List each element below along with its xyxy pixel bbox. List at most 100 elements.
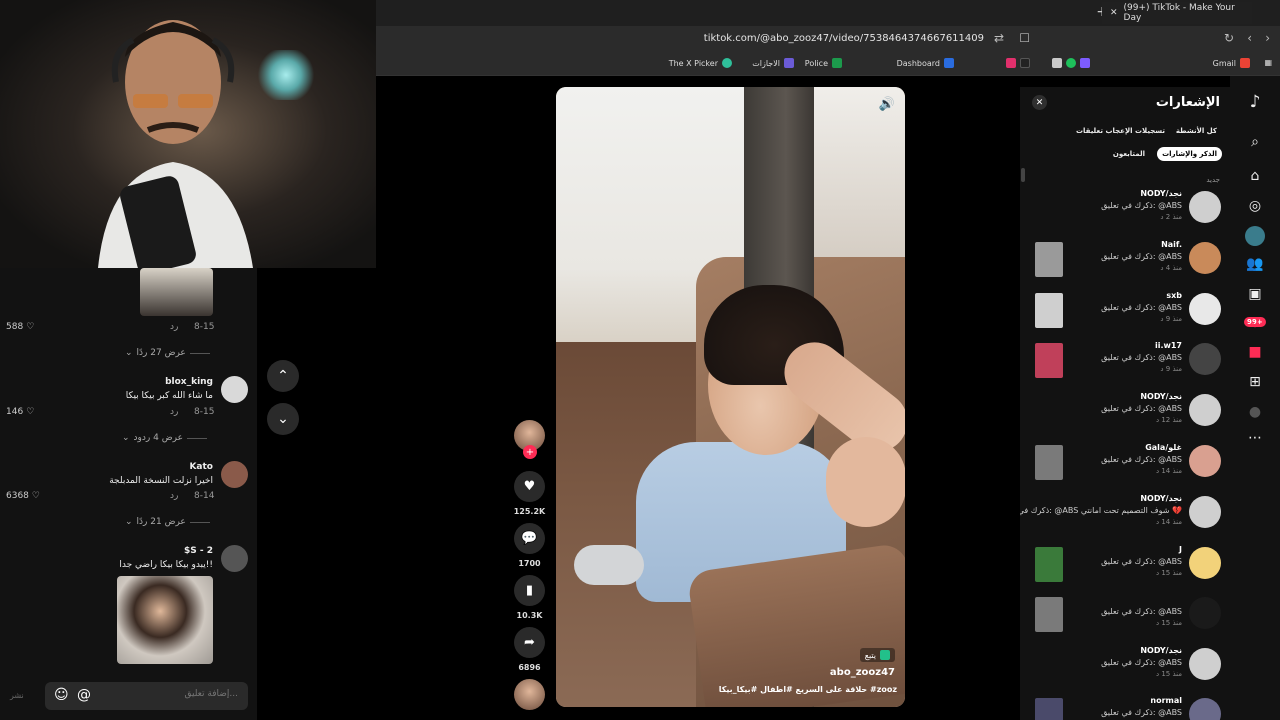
notification-item[interactable]: NODY/نجد ذكرك في تعليق: @ABS منذ 15 د [1020,644,1230,692]
back-icon[interactable]: ‹ [1247,31,1252,45]
notification-username[interactable]: normal [1150,696,1182,705]
notification-username[interactable]: Gala/غلو [1145,443,1182,452]
avatar[interactable] [1189,343,1221,375]
post-button[interactable]: نشر [10,691,24,700]
avatar[interactable] [1189,191,1221,223]
avatar[interactable] [221,461,248,488]
bookmark-x-picker[interactable]: The X Picker [669,58,732,68]
filter-mentions[interactable]: الذكر والإشارات [1157,147,1222,161]
bookmark-vacations[interactable]: الاجازات [752,58,794,68]
reply-button[interactable]: رد [170,407,178,417]
share-button[interactable]: ➦ [514,627,545,658]
avatar[interactable] [221,545,248,572]
like-count[interactable]: 6368 ♡ [6,491,40,501]
scrollbar[interactable] [1021,168,1025,182]
avatar[interactable] [221,376,248,403]
notification-item[interactable]: NODY/نجد ذكرك في تعليق: @ABS منذ 2 د [1020,187,1230,235]
upload-icon[interactable]: ⊞ [1245,372,1265,392]
like-count[interactable]: 146 ♡ [6,407,34,417]
filter-likes[interactable]: تسجيلات الإعجاب [1100,124,1170,138]
site-settings-icon[interactable]: ⇄ [994,31,1004,45]
home-icon[interactable]: ⌂ [1245,166,1265,186]
comment-username[interactable]: Kato [189,462,213,472]
video-thumbnail[interactable] [1035,293,1063,328]
comment-input[interactable] [118,689,238,699]
messages-icon[interactable]: ■ [1245,342,1265,362]
avatar[interactable] [1189,547,1221,579]
avatar[interactable] [1189,496,1221,528]
live-icon[interactable]: ▣ [1245,284,1265,304]
profile-avatar-icon[interactable] [1245,226,1265,246]
follow-plus-icon[interactable]: + [523,445,537,459]
video-thumbnail[interactable] [1035,242,1063,277]
notification-username[interactable]: NODY/نجد [1140,392,1182,401]
filter-all[interactable]: كل الأنشطة [1171,124,1222,138]
bookmark-icon[interactable]: ☐ [1019,31,1030,45]
view-replies-button[interactable]: ⌄ عرض 21 ردًا [125,517,210,527]
video-thumbnail[interactable] [1035,597,1063,632]
previous-video-button[interactable]: ⌃ [267,360,299,392]
emoji-icon[interactable]: ☺ [54,687,69,703]
comment-image[interactable] [117,576,213,664]
x-icon[interactable] [1052,58,1062,68]
inbox-icon[interactable]: ▽ [1245,312,1265,332]
follow-badge[interactable]: يتبع [859,648,895,662]
avatar[interactable] [1189,445,1221,477]
user-avatar-icon[interactable]: ● [1245,402,1265,422]
notification-item[interactable]: Gala/غلو ذكرك في تعليق: @ABS منذ 14 د [1020,441,1230,489]
avatar[interactable] [1189,698,1221,720]
more-icon[interactable]: ⋯ [1245,428,1265,448]
comment-image[interactable] [140,268,213,316]
bookmark-police[interactable]: Police [805,58,842,68]
save-button[interactable]: ▮ [514,575,545,606]
filter-followers[interactable]: المتابعون [1108,147,1150,161]
like-count[interactable]: 588 ♡ [6,322,34,332]
video-author[interactable]: abo_zooz47 [830,667,895,678]
bookmark-gmail[interactable]: Gmail [1213,58,1250,68]
reply-button[interactable]: رد [170,491,178,501]
following-icon[interactable]: 👥 [1245,254,1265,274]
volume-icon[interactable]: 🔊 [879,97,895,112]
tiktok-logo-icon[interactable]: ♪ [1245,92,1265,112]
notification-item[interactable]: NODY/نجد ذكرك في تعليق: @ABS منذ 12 د [1020,390,1230,438]
notification-item[interactable]: NODY/نجد ذكرك في تعليق: @ABS شوف التصميم … [1020,492,1230,540]
notification-item[interactable]: ii.w17 ذكرك في تعليق: @ABS منذ 9 د [1020,339,1230,387]
notification-username[interactable]: Naif. [1161,240,1182,249]
video-thumbnail[interactable] [1035,698,1063,720]
forward-icon[interactable]: › [1265,31,1270,45]
avatar[interactable] [1189,242,1221,274]
notification-username[interactable]: NODY/نجد [1140,189,1182,198]
search-icon[interactable]: ⌕ [1245,132,1265,152]
close-tab-icon[interactable]: ✕ [1110,8,1118,18]
instagram-icon[interactable] [1006,58,1016,68]
avatar[interactable] [1189,394,1221,426]
notification-username[interactable]: NODY/نجد [1140,646,1182,655]
notification-username[interactable]: J [1179,545,1182,554]
reply-button[interactable]: رد [170,322,178,332]
video-thumbnail[interactable] [1035,445,1063,480]
notification-item[interactable]: normal ذكرك في تعليق: @ABS [1020,694,1230,720]
view-replies-button[interactable]: ⌄ عرض 4 ردود [122,433,207,443]
view-replies-button[interactable]: ⌄ عرض 27 ردًا [125,348,210,358]
reload-icon[interactable]: ↻ [1224,31,1234,45]
comment-button[interactable]: 💬 [514,523,545,554]
video-thumbnail[interactable] [1035,343,1063,378]
like-button[interactable]: ♥ [514,471,545,502]
mention-icon[interactable]: @ [77,687,91,703]
browser-tab[interactable]: ✕ (99+) TikTok - Make Your Day [1102,2,1252,24]
notification-item[interactable]: J ذكرك في تعليق: @ABS منذ 15 د [1020,543,1230,591]
filter-comments[interactable]: تعليقات [1071,124,1108,138]
next-video-button[interactable]: ⌄ [267,403,299,435]
bookmark-dashboard[interactable]: Dashboard [897,58,954,68]
notification-username[interactable]: ii.w17 [1155,341,1182,350]
notification-item[interactable]: Naif. ذكرك في تعليق: @ABS منذ 4 د [1020,238,1230,286]
url-text[interactable]: tiktok.com/@abo_zooz47/video/75384643746… [704,33,984,44]
avatar[interactable] [1189,293,1221,325]
notification-username[interactable]: sxb [1166,291,1182,300]
sound-avatar[interactable] [514,679,545,710]
comment-username[interactable]: blox_king [165,377,213,387]
explore-icon[interactable]: ◎ [1245,196,1265,216]
video-player[interactable]: 🔊 يتبع abo_zooz47 حلاقة على السريع #اطفا… [556,87,905,707]
comment-username[interactable]: $S - 2 [184,546,213,556]
tiktok-icon[interactable] [1020,58,1030,68]
